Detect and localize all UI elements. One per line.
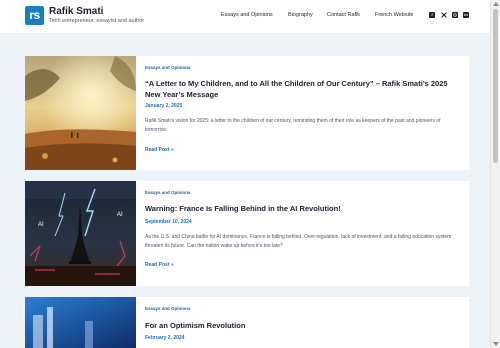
- linkedin-icon[interactable]: in: [463, 12, 469, 18]
- post-title[interactable]: “A Letter to My Children, and to All the…: [145, 78, 459, 100]
- post-card: AI AI Essays and Opinions Warning: Franc…: [25, 181, 469, 286]
- post-excerpt: As the U.S. and China battle for AI domi…: [145, 234, 452, 249]
- nav-essays-and-opinions[interactable]: Essays and Opinions: [221, 12, 273, 18]
- post-date: January 2, 2025: [145, 103, 183, 109]
- site-tagline: Tech entrepreneur, essayist and author: [49, 18, 145, 24]
- post-card: Essays and Opinions “A Letter to My Chil…: [25, 56, 469, 170]
- post-image[interactable]: [25, 56, 136, 170]
- x-icon[interactable]: [441, 12, 447, 18]
- scroll-up-arrow-icon[interactable]: [493, 2, 499, 6]
- post-date: September 10, 2024: [145, 219, 192, 225]
- instagram-icon[interactable]: [452, 12, 458, 18]
- page-scrollbar[interactable]: [490, 0, 500, 348]
- post-category[interactable]: Essays and Opinions: [145, 190, 191, 195]
- site-logo[interactable]: rs: [25, 6, 44, 25]
- post-excerpt: Rafik Smati’s vision for 2025: a letter …: [145, 118, 441, 133]
- post-title[interactable]: For an Optimism Revolution: [145, 320, 459, 331]
- post-category[interactable]: Essays and Opinions: [145, 306, 191, 311]
- scroll-down-arrow-icon[interactable]: [493, 342, 499, 346]
- post-image[interactable]: AI AI: [25, 181, 136, 286]
- read-post-link[interactable]: Read Post »: [145, 147, 174, 153]
- image-label-right: AI: [117, 212, 123, 218]
- site-title[interactable]: Rafik Smati: [49, 6, 103, 17]
- scrollbar-thumb[interactable]: [493, 9, 498, 163]
- nav-contact-rafik[interactable]: Contact Rafik: [327, 12, 360, 18]
- post-title[interactable]: Warning: France Is Falling Behind in the…: [145, 203, 459, 214]
- nav-biography[interactable]: Biography: [288, 12, 313, 18]
- facebook-icon[interactable]: f: [429, 12, 435, 18]
- nav-french-website[interactable]: French Website: [375, 12, 413, 18]
- image-label-left: AI: [38, 222, 44, 228]
- post-date: February 2, 2024: [145, 335, 185, 341]
- site-header: rs Rafik Smati Tech entrepreneur, essayi…: [0, 0, 490, 33]
- post-card: Essays and Opinions For an Optimism Revo…: [25, 297, 469, 348]
- post-image[interactable]: [25, 297, 136, 348]
- post-category[interactable]: Essays and Opinions: [145, 65, 191, 70]
- read-post-link[interactable]: Read Post »: [145, 262, 174, 268]
